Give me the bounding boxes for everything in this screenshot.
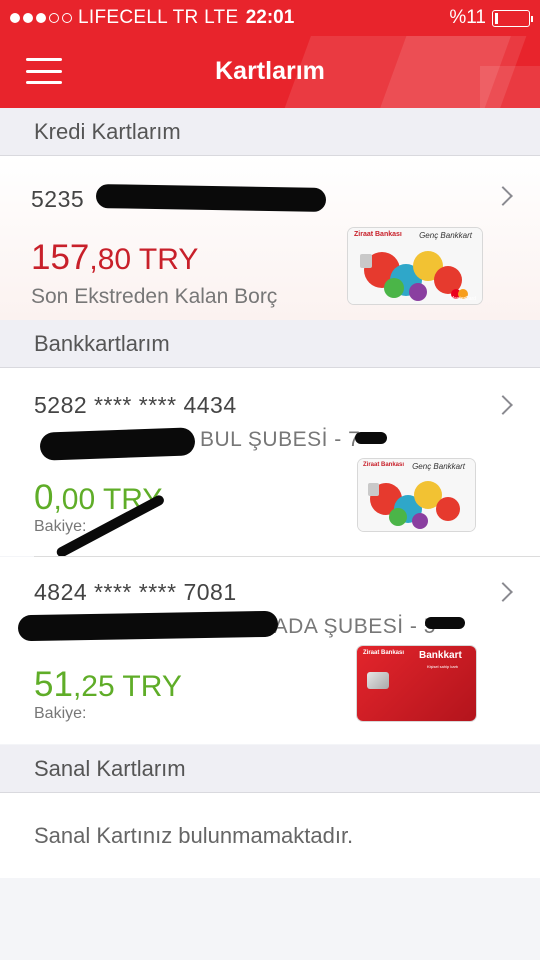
card-brand-label: Bankkart — [419, 650, 462, 661]
section-header-credit-cards: Kredi Kartlarım — [0, 108, 540, 156]
credit-debt-amount: 157,80 TRY — [31, 238, 199, 277]
bank-card-row[interactable]: 4824 **** **** 7081 RADA ŞUBESİ - 5 51,2… — [0, 557, 540, 744]
balance-label: Bakiye: — [34, 705, 87, 722]
battery-icon — [492, 9, 533, 27]
redaction-mark — [39, 427, 196, 461]
redaction-mark — [17, 610, 279, 642]
card-branch: BUL ŞUBESİ - 7 — [200, 428, 361, 451]
page-title: Kartlarım — [215, 57, 325, 85]
credit-card-row[interactable]: 5235 157,80 TRY Son Ekstreden Kalan Borç… — [0, 156, 540, 320]
status-bar: LIFECELL TR LTE 22:01 %11 — [0, 0, 540, 36]
card-bank-label: Ziraat Bankası — [354, 231, 402, 238]
card-number: 5282 **** **** 4434 — [34, 392, 237, 418]
chevron-right-icon — [493, 395, 513, 415]
card-brand-label: Genç Bankkart — [419, 231, 472, 240]
card-number: 5235 — [31, 186, 85, 212]
redaction-mark — [425, 617, 465, 629]
card-branch: RADA ŞUBESİ - 5 — [258, 615, 436, 638]
signal-strength-icon — [10, 13, 72, 23]
card-number: 4824 **** **** 7081 — [34, 579, 237, 605]
balance-label: Bakiye: — [34, 518, 87, 535]
section-header-bank-cards: Bankkartlarım — [0, 320, 540, 368]
genc-bankkart-card-image: Ziraat Bankası Genç Bankkart — [358, 459, 475, 531]
virtual-cards-empty-message: Sanal Kartınız bulunmamaktadır. — [34, 823, 354, 848]
card-bank-label: Ziraat Bankası — [363, 462, 405, 468]
bank-card-row[interactable]: 5282 **** **** 4434 BUL ŞUBESİ - 7 0,00 … — [0, 368, 540, 559]
carrier-label: LIFECELL TR LTE — [78, 7, 239, 28]
section-header-virtual-cards: Sanal Kartlarım — [0, 745, 540, 793]
nav-bar: Kartlarım — [0, 36, 540, 108]
card-balance: 51,25 TRY — [34, 665, 182, 704]
card-tagline: Kişisel sahip kartı — [427, 664, 459, 669]
genc-bankkart-credit-card-image: Ziraat Bankası Genç Bankkart MasterCard — [348, 228, 482, 304]
credit-debt-label: Son Ekstreden Kalan Borç — [31, 285, 278, 308]
battery-percent: %11 — [449, 7, 486, 28]
card-brand-label: Genç Bankkart — [412, 462, 465, 471]
chevron-right-icon — [493, 186, 513, 206]
redaction-mark — [355, 432, 387, 444]
redaction-mark — [95, 183, 327, 213]
bankkart-card-image: Ziraat Bankası Bankkart Kişisel sahip ka… — [357, 646, 476, 721]
card-bank-label: Ziraat Bankası — [363, 650, 405, 656]
card-network-label: MasterCard — [449, 296, 476, 302]
chevron-right-icon — [493, 582, 513, 602]
chip-icon — [367, 672, 389, 689]
